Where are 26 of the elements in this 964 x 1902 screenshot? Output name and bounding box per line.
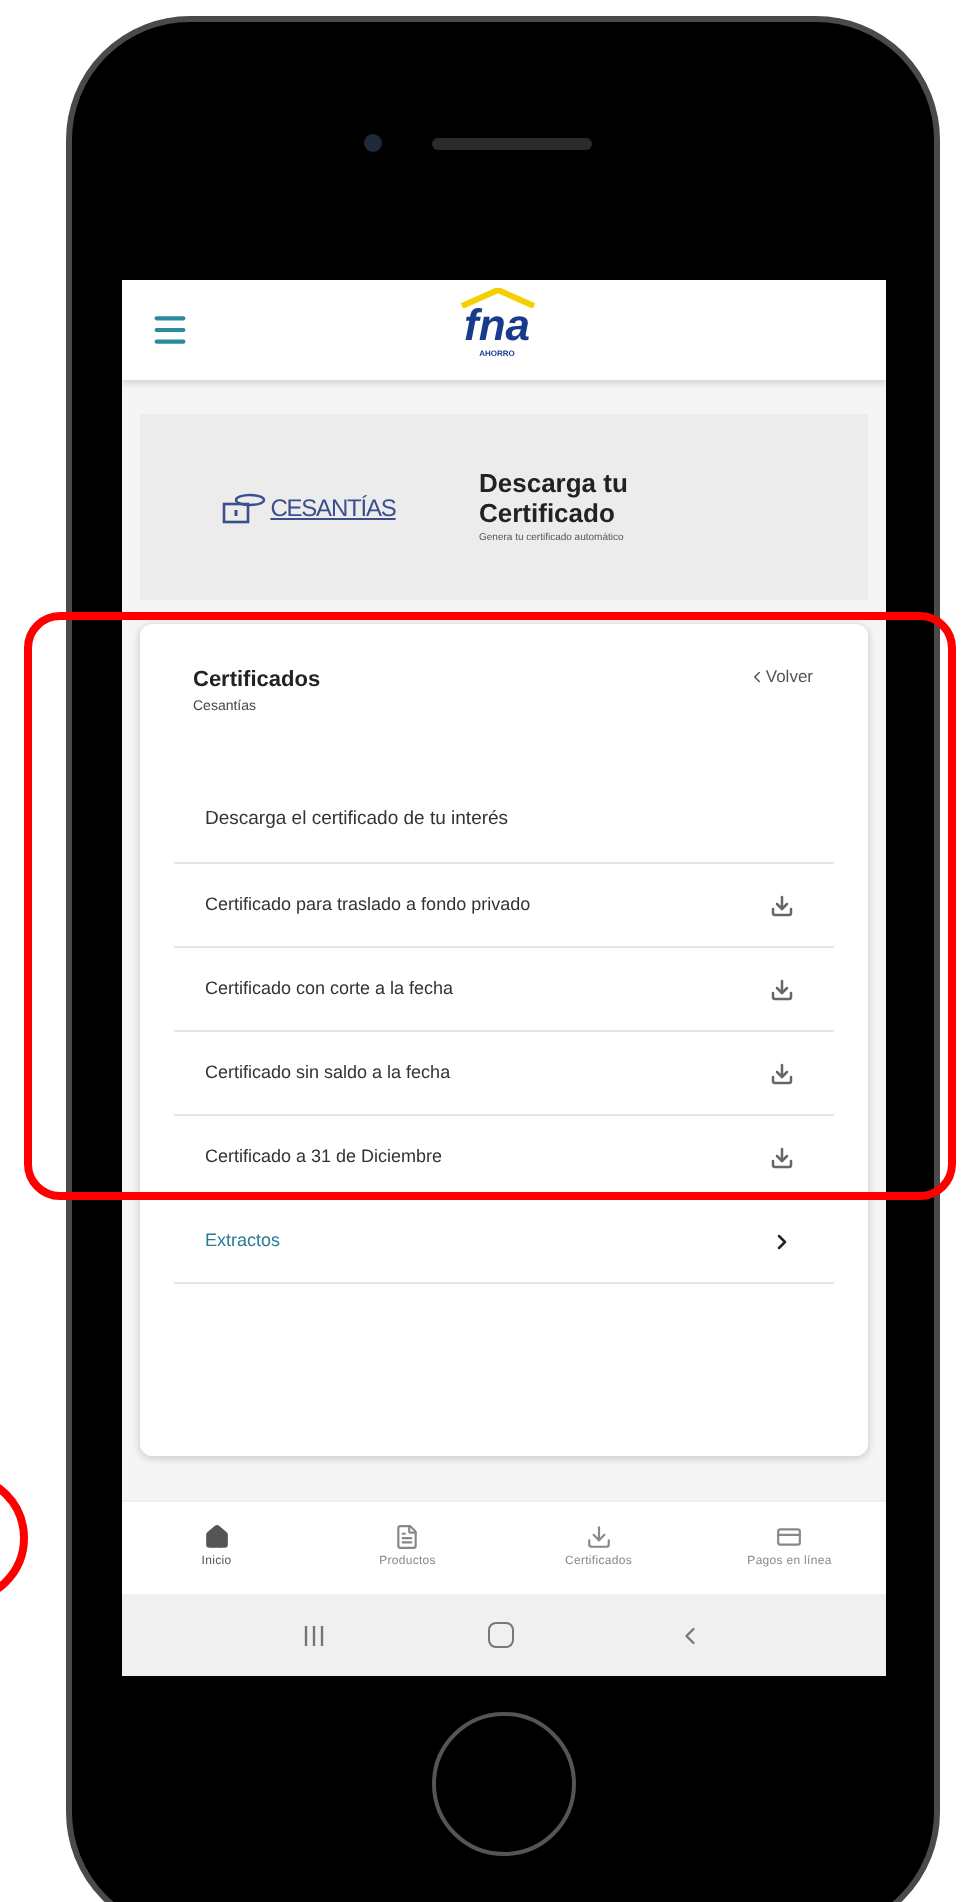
download-icon	[769, 977, 793, 1001]
menu-icon[interactable]	[149, 310, 189, 350]
coin-lock-icon	[222, 491, 267, 523]
recent-apps-icon[interactable]	[302, 1623, 326, 1647]
certificate-item[interactable]: Certificado sin saldo a la fecha	[173, 1032, 833, 1116]
download-icon	[585, 1524, 612, 1550]
brand-label: CESANTÍAS	[270, 491, 396, 525]
certificate-item[interactable]: Certificado con corte a la fecha	[173, 948, 833, 1032]
download-icon	[769, 1145, 793, 1169]
certificate-item[interactable]: Certificado para traslado a fondo privado	[173, 864, 833, 948]
download-icon	[769, 1061, 793, 1085]
roof-icon	[457, 288, 537, 308]
home-icon[interactable]	[488, 1622, 514, 1648]
download-icon	[769, 893, 793, 917]
card-title: Certificados	[193, 666, 321, 696]
home-icon	[203, 1524, 230, 1550]
certificate-item[interactable]: Certificado a 31 de Diciembre	[173, 1116, 833, 1200]
banner-title: Descarga tu Certificado	[479, 467, 630, 528]
back-link[interactable]: Volver	[747, 664, 813, 690]
intro-text: Descarga el certificado de tu interés	[205, 806, 509, 835]
home-button[interactable]	[431, 1712, 575, 1856]
certificate-item[interactable]: Extractos	[173, 1200, 833, 1284]
camera-icon	[364, 134, 382, 152]
logo-text: fna	[464, 304, 530, 348]
card-icon	[776, 1524, 803, 1550]
products-icon	[394, 1524, 421, 1550]
